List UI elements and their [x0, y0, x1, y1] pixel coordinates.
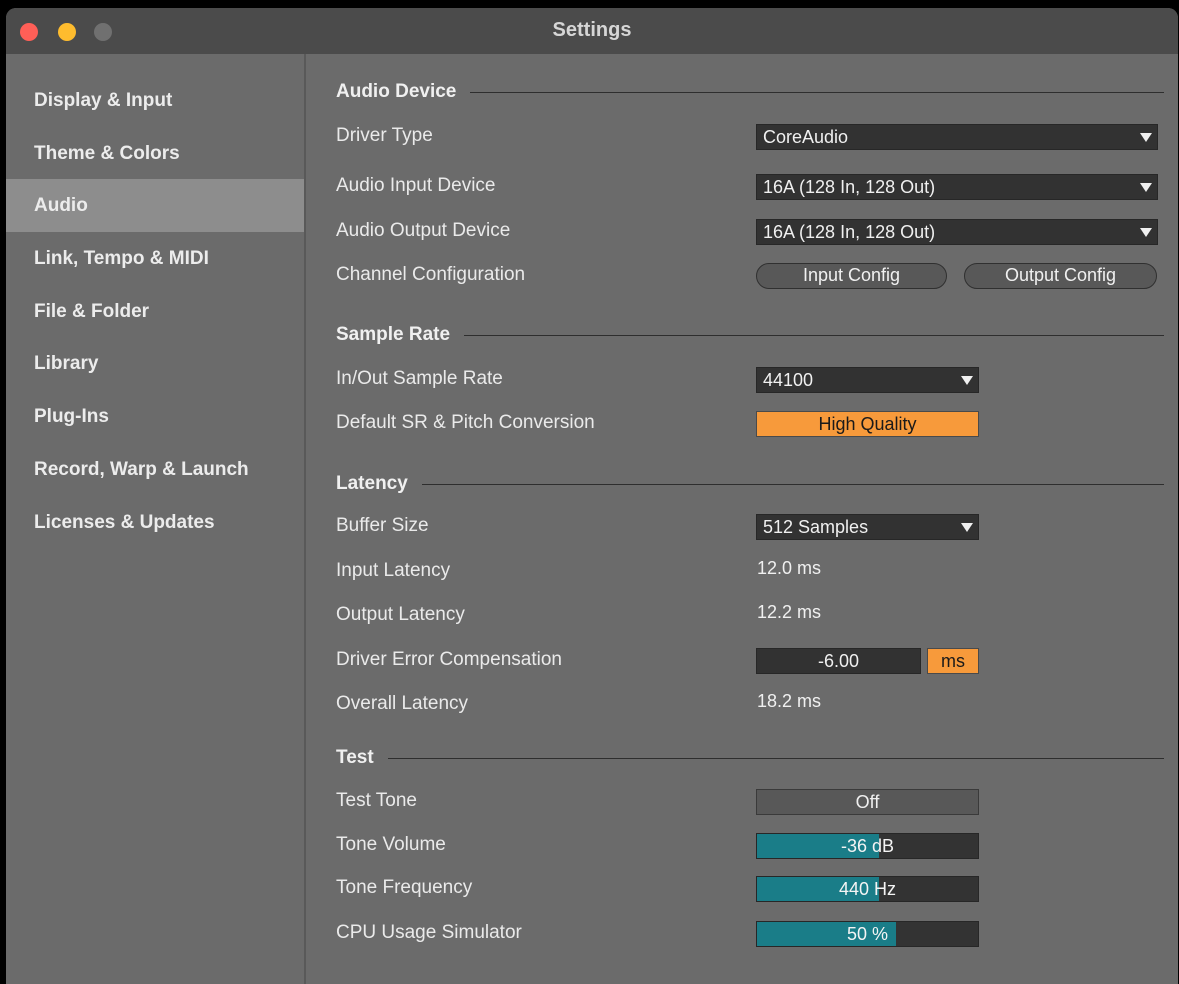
tone-frequency-label: Tone Frequency: [336, 877, 473, 898]
section-divider: [421, 483, 1164, 485]
section-audio-device: Audio Device: [336, 77, 1164, 107]
input-config-button[interactable]: Input Config: [756, 263, 947, 289]
audio-input-device-value: 16A (128 In, 128 Out): [763, 177, 936, 197]
window-title: Settings: [552, 19, 632, 41]
section-title: Sample Rate: [336, 324, 451, 345]
buffer-size-label: Buffer Size: [336, 515, 429, 536]
audio-output-device-label: Audio Output Device: [336, 220, 511, 241]
cpu-usage-simulator-label: CPU Usage Simulator: [336, 922, 522, 943]
in-out-sample-rate-label: In/Out Sample Rate: [336, 368, 503, 389]
section-divider: [464, 334, 1164, 336]
driver-type-dropdown[interactable]: CoreAudio: [756, 124, 1158, 150]
audio-output-device-value: 16A (128 In, 128 Out): [763, 222, 936, 242]
channel-configuration-label: Channel Configuration: [336, 264, 526, 285]
driver-error-compensation-field[interactable]: -6.00: [756, 648, 921, 674]
test-tone-toggle[interactable]: Off: [756, 789, 979, 815]
chevron-down-icon: [1140, 228, 1152, 237]
audio-output-device-dropdown[interactable]: 16A (128 In, 128 Out): [756, 219, 1158, 245]
driver-type-label: Driver Type: [336, 125, 433, 146]
sidebar-item-library[interactable]: Library: [6, 337, 304, 390]
section-latency: Latency: [336, 469, 1164, 499]
input-latency-value: 12.0 ms: [757, 558, 822, 578]
ms-unit-toggle[interactable]: ms: [927, 648, 979, 674]
overall-latency-label: Overall Latency: [336, 693, 469, 714]
section-divider: [387, 757, 1164, 759]
driver-error-compensation-label: Driver Error Compensation: [336, 649, 562, 670]
sample-rate-dropdown[interactable]: 44100: [756, 367, 979, 393]
output-config-button[interactable]: Output Config: [964, 263, 1157, 289]
section-title: Latency: [336, 473, 408, 494]
chevron-down-icon: [1140, 133, 1152, 142]
driver-type-value: CoreAudio: [763, 127, 849, 147]
pitch-conversion-label: Default SR & Pitch Conversion: [336, 412, 595, 433]
sidebar-item-link-tempo-midi[interactable]: Link, Tempo & MIDI: [6, 232, 304, 285]
tone-volume-slider[interactable]: -36 dB: [756, 833, 979, 859]
sidebar-item-licenses-updates[interactable]: Licenses & Updates: [6, 496, 304, 549]
audio-input-device-label: Audio Input Device: [336, 175, 496, 196]
test-tone-label: Test Tone: [336, 790, 417, 811]
settings-sidebar: Display & Input Theme & Colors Audio Lin…: [6, 54, 306, 984]
input-latency-label: Input Latency: [336, 560, 451, 581]
tone-frequency-value: 440 Hz: [838, 879, 897, 899]
chevron-down-icon: [961, 523, 973, 532]
output-latency-label: Output Latency: [336, 604, 465, 625]
section-title: Test: [336, 747, 374, 768]
high-quality-toggle[interactable]: High Quality: [756, 411, 979, 437]
tone-volume-label: Tone Volume: [336, 834, 446, 855]
audio-settings-panel: Audio Device Driver Type CoreAudio Audio…: [306, 54, 1178, 984]
sidebar-item-audio[interactable]: Audio: [6, 179, 304, 232]
sidebar-item-theme-colors[interactable]: Theme & Colors: [6, 127, 304, 180]
tone-frequency-slider[interactable]: 440 Hz: [756, 876, 979, 902]
sidebar-item-file-folder[interactable]: File & Folder: [6, 285, 304, 338]
title-bar: Settings: [6, 8, 1178, 54]
section-title: Audio Device: [336, 81, 457, 102]
buffer-size-dropdown[interactable]: 512 Samples: [756, 514, 979, 540]
settings-window: Settings Display & Input Theme & Colors …: [6, 8, 1178, 984]
chevron-down-icon: [961, 376, 973, 385]
cpu-usage-simulator-slider[interactable]: 50 %: [756, 921, 979, 947]
overall-latency-value: 18.2 ms: [757, 691, 822, 711]
section-divider: [470, 91, 1164, 93]
section-test: Test: [336, 743, 1164, 773]
sidebar-item-record-warp-launch[interactable]: Record, Warp & Launch: [6, 443, 304, 496]
sample-rate-value: 44100: [763, 370, 814, 390]
audio-input-device-dropdown[interactable]: 16A (128 In, 128 Out): [756, 174, 1158, 200]
buffer-size-value: 512 Samples: [763, 517, 869, 537]
cpu-usage-value: 50 %: [846, 924, 889, 944]
sidebar-item-display-input[interactable]: Display & Input: [6, 74, 304, 127]
chevron-down-icon: [1140, 183, 1152, 192]
sidebar-item-plug-ins[interactable]: Plug-Ins: [6, 390, 304, 443]
section-sample-rate: Sample Rate: [336, 320, 1164, 350]
tone-volume-value: -36 dB: [840, 836, 895, 856]
output-latency-value: 12.2 ms: [757, 602, 822, 622]
